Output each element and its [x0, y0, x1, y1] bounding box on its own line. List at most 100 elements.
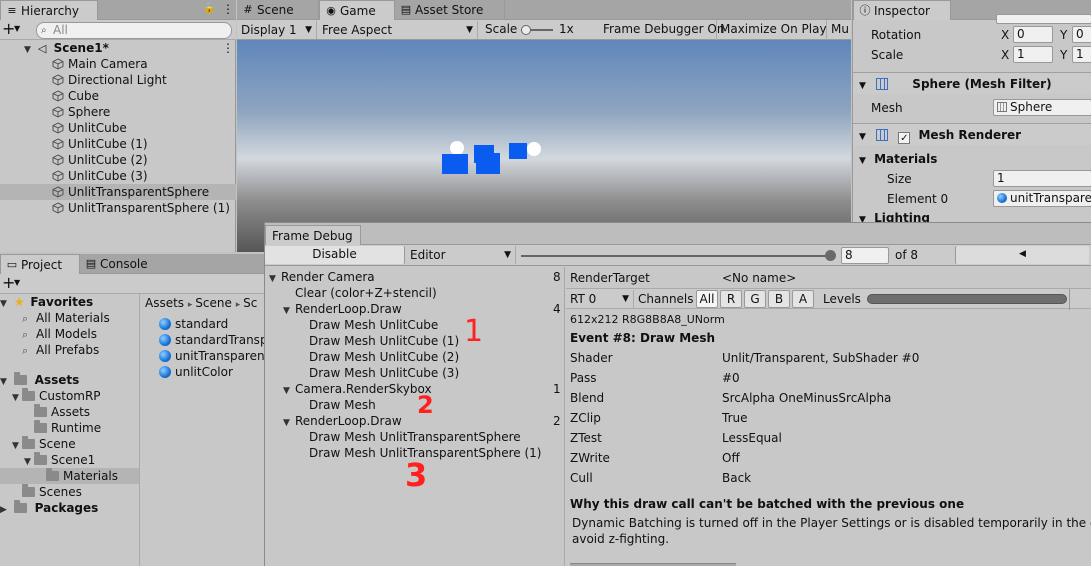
frame-debugger-toggle[interactable]: Frame Debugger On	[603, 22, 724, 36]
mute-audio-toggle[interactable]: Mu	[831, 22, 849, 36]
hierarchy-item[interactable]: UnlitTransparentSphere	[0, 184, 236, 200]
event-slider-knob[interactable]	[825, 250, 836, 261]
materials-foldout[interactable]: ▼ Materials	[859, 152, 937, 166]
frame-event-item[interactable]: ▼ RenderLoop.Draw 2	[265, 413, 564, 429]
hierarchy-tree: ▼ ◁ Scene1* ⋮ Main Camera Directional Lig…	[0, 40, 236, 252]
project-panel: ▭ Project ▤ Console + ▼ ▼ ★ Favorites ⌕ A…	[0, 254, 275, 566]
tab-scene[interactable]: # Scene	[237, 0, 319, 20]
material-file-item[interactable]: standardTranspa	[141, 332, 275, 348]
event-index-field[interactable]: 8	[841, 247, 889, 264]
mesh-renderer-header[interactable]: ▼ ✓ Mesh Renderer	[853, 123, 1091, 145]
expand-arrow-icon[interactable]: ▼	[859, 132, 866, 142]
scale-y-field[interactable]: 1	[1072, 46, 1091, 63]
channel-button[interactable]: B	[768, 290, 790, 308]
scene-tab-icon: #	[243, 3, 253, 16]
event-slider-track[interactable]	[521, 255, 831, 257]
dropdown-caret-icon[interactable]: ▼	[14, 24, 20, 33]
hierarchy-search-input[interactable]: ⌕ All	[36, 22, 232, 39]
hierarchy-item[interactable]: UnlitCube	[0, 120, 236, 136]
breadcrumb-assets[interactable]: Assets	[145, 296, 184, 310]
frame-event-item[interactable]: Draw Mesh UnlitCube (1)	[265, 333, 564, 349]
scale-slider[interactable]	[521, 25, 553, 35]
rt-select[interactable]: RT 0 ▼	[566, 290, 634, 308]
enabled-checkbox[interactable]: ✓	[898, 132, 911, 144]
rotation-x-field[interactable]: 0	[1013, 26, 1053, 43]
asset-folder-item[interactable]: Scenes	[0, 484, 139, 500]
tab-frame-debug[interactable]: Frame Debug	[265, 225, 361, 245]
tab-console[interactable]: ▤ Console	[80, 254, 164, 274]
target-select[interactable]: Editor ▼	[406, 246, 516, 264]
expand-arrow-icon[interactable]: ▼	[859, 156, 866, 166]
tab-inspector[interactable]: ⓘ Inspector	[853, 0, 951, 20]
asset-folder-item[interactable]: Materials	[0, 468, 139, 484]
maximize-on-play-toggle[interactable]: Maximize On Play	[720, 22, 827, 36]
favorites-row[interactable]: ▼ ★ Favorites	[0, 294, 139, 310]
scale-x-field[interactable]: 1	[1013, 46, 1053, 63]
dropdown-caret-icon[interactable]: ▼	[14, 278, 20, 287]
hierarchy-item[interactable]: UnlitCube (3)	[0, 168, 236, 184]
frame-event-item[interactable]: ▼ Render Camera 8	[265, 269, 564, 285]
position-z-field-partial[interactable]	[996, 14, 1091, 24]
asset-folder-item[interactable]: Runtime	[0, 420, 139, 436]
material-file-item[interactable]: unlitColor	[141, 364, 266, 380]
packages-row[interactable]: ▶ Packages	[0, 500, 139, 516]
breadcrumb-scene1[interactable]: Sc	[243, 296, 257, 310]
folder-icon	[34, 420, 47, 433]
channel-button[interactable]: R	[720, 290, 742, 308]
batch-reason-title: Why this draw call can't be batched with…	[570, 497, 965, 511]
scene-row[interactable]: ▼ ◁ Scene1* ⋮	[0, 40, 236, 56]
favorite-item[interactable]: ⌕ All Materials	[0, 310, 139, 326]
tab-game[interactable]: ◉ Game	[319, 0, 395, 20]
frame-event-item[interactable]: Draw Mesh UnlitCube (3)	[265, 365, 564, 381]
hierarchy-item[interactable]: UnlitTransparentSphere (1)	[0, 200, 236, 216]
folder-tab-icon: ▭	[6, 258, 18, 271]
favorite-item[interactable]: ⌕ All Prefabs	[0, 342, 139, 358]
tab-asset-store[interactable]: ▤ Asset Store	[395, 0, 505, 20]
display-select[interactable]: Display 1 ▼	[237, 21, 317, 39]
hierarchy-item[interactable]: Main Camera	[0, 56, 236, 72]
hierarchy-item[interactable]: Directional Light	[0, 72, 236, 88]
mesh-filter-header[interactable]: ▼ Sphere (Mesh Filter)	[853, 72, 1091, 94]
aspect-select[interactable]: Free Aspect ▼	[318, 21, 478, 39]
frame-event-item[interactable]: Clear (color+Z+stencil)	[265, 285, 564, 301]
channel-button[interactable]: G	[744, 290, 766, 308]
assets-row[interactable]: ▼ Assets	[0, 372, 139, 388]
hierarchy-item[interactable]: UnlitCube (1)	[0, 136, 236, 152]
scene-menu-icon[interactable]: ⋮	[222, 40, 234, 56]
expand-arrow-icon[interactable]: ▼	[859, 81, 866, 91]
channel-button[interactable]: A	[792, 290, 814, 308]
scale-slider-knob[interactable]	[521, 25, 531, 35]
rotation-y-field[interactable]: 0	[1072, 26, 1091, 43]
favorite-item[interactable]: ⌕ All Models	[0, 326, 139, 342]
frame-event-item[interactable]: Draw Mesh UnlitCube (2)	[265, 349, 564, 365]
frame-event-item[interactable]: Draw Mesh	[265, 397, 564, 413]
material-file-item[interactable]: unitTransparent	[141, 348, 269, 364]
game-viewport[interactable]	[237, 40, 851, 252]
asset-folder-item[interactable]: ▼ Scene1	[0, 452, 139, 468]
hierarchy-item[interactable]: Sphere	[0, 104, 236, 120]
expand-arrow-icon[interactable]: ▶	[0, 502, 10, 518]
previous-event-button[interactable]: ◀	[955, 246, 1089, 264]
tab-hierarchy[interactable]: ≡ Hierarchy	[0, 0, 98, 20]
mesh-object-field[interactable]: Sphere	[993, 99, 1091, 116]
frame-event-item[interactable]: Draw Mesh UnlitTransparentSphere	[265, 429, 564, 445]
frame-event-item[interactable]: Draw Mesh UnlitCube	[265, 317, 564, 333]
channel-button[interactable]: All	[696, 290, 718, 308]
asset-folder-item[interactable]: ▼ CustomRP	[0, 388, 139, 404]
tab-project[interactable]: ▭ Project	[0, 254, 80, 274]
breadcrumb-scene[interactable]: Scene	[195, 296, 232, 310]
asset-folder-item[interactable]: ▼ Scene	[0, 436, 139, 452]
kebab-menu-icon[interactable]: ⋮	[222, 2, 234, 16]
hierarchy-item[interactable]: Cube	[0, 88, 236, 104]
lock-icon[interactable]: 🔒	[203, 3, 215, 14]
hierarchy-item[interactable]: UnlitCube (2)	[0, 152, 236, 168]
size-field[interactable]: 1	[993, 170, 1091, 187]
material-file-item[interactable]: standard	[141, 316, 266, 332]
element0-object-field[interactable]: unitTransparen	[993, 190, 1091, 207]
disable-button[interactable]: Disable	[265, 246, 405, 264]
asset-folder-item[interactable]: Assets	[0, 404, 139, 420]
frame-event-item[interactable]: ▼ Camera.RenderSkybox 1	[265, 381, 564, 397]
frame-event-item[interactable]: ▼ RenderLoop.Draw 4	[265, 301, 564, 317]
project-folder-tree: ▼ ★ Favorites ⌕ All Materials ⌕ All Models ⌕…	[0, 294, 140, 566]
levels-range-slider[interactable]	[867, 294, 1067, 304]
